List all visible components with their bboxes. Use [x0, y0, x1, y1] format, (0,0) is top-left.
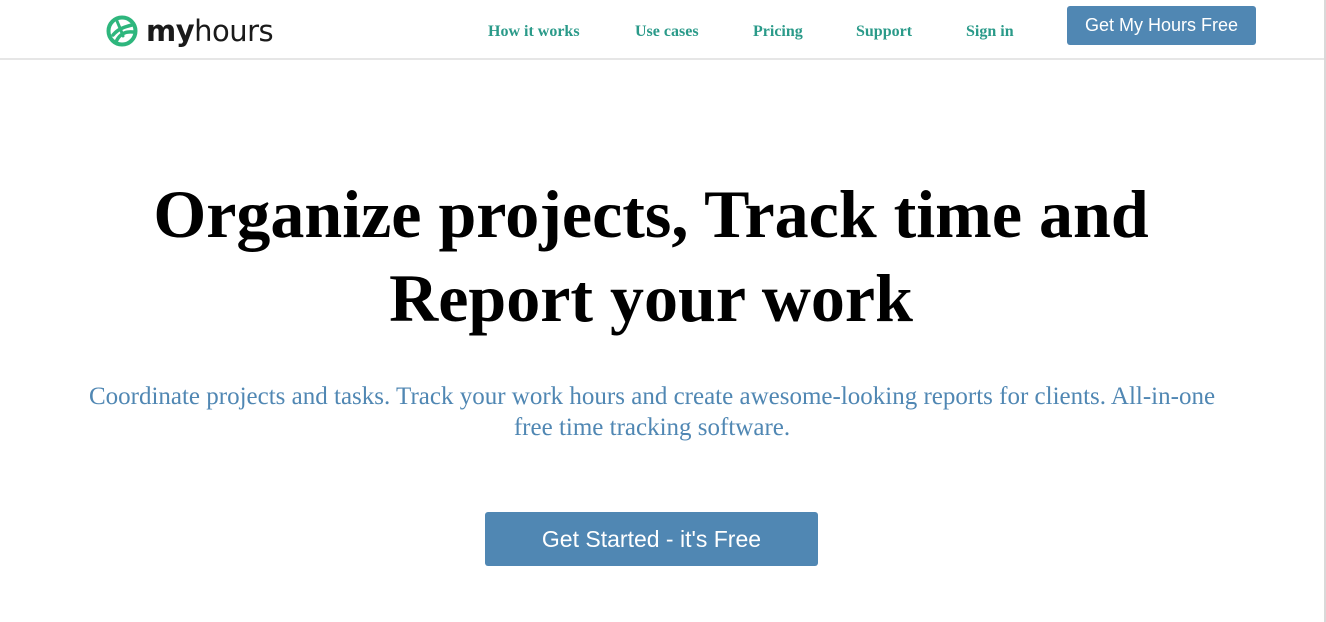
nav-link-how-it-works[interactable]: How it works: [488, 23, 580, 41]
nav-link-pricing[interactable]: Pricing: [753, 23, 803, 41]
hero-title: Organize projects, Track time and Report…: [0, 172, 1302, 340]
hero-title-line-2: Report your work: [389, 260, 913, 336]
nav-link-sign-in[interactable]: Sign in: [966, 23, 1014, 41]
brand-name-bold: my: [146, 13, 195, 48]
top-navigation-bar: myhours How it works Use cases Pricing S…: [0, 0, 1326, 60]
nav-link-support[interactable]: Support: [856, 23, 912, 41]
get-started-button[interactable]: Get Started - it's Free: [485, 512, 818, 566]
brand-name-light: hours: [194, 13, 274, 48]
brand-wordmark: myhours: [146, 13, 274, 48]
nav-link-use-cases[interactable]: Use cases: [635, 23, 699, 41]
hero-title-line-1: Organize projects, Track time and: [153, 176, 1149, 252]
get-my-hours-free-button[interactable]: Get My Hours Free: [1067, 6, 1256, 45]
globe-swirl-icon: [106, 15, 138, 47]
hero-subtitle: Coordinate projects and tasks. Track you…: [88, 383, 1216, 441]
brand-logo[interactable]: myhours: [106, 13, 274, 49]
